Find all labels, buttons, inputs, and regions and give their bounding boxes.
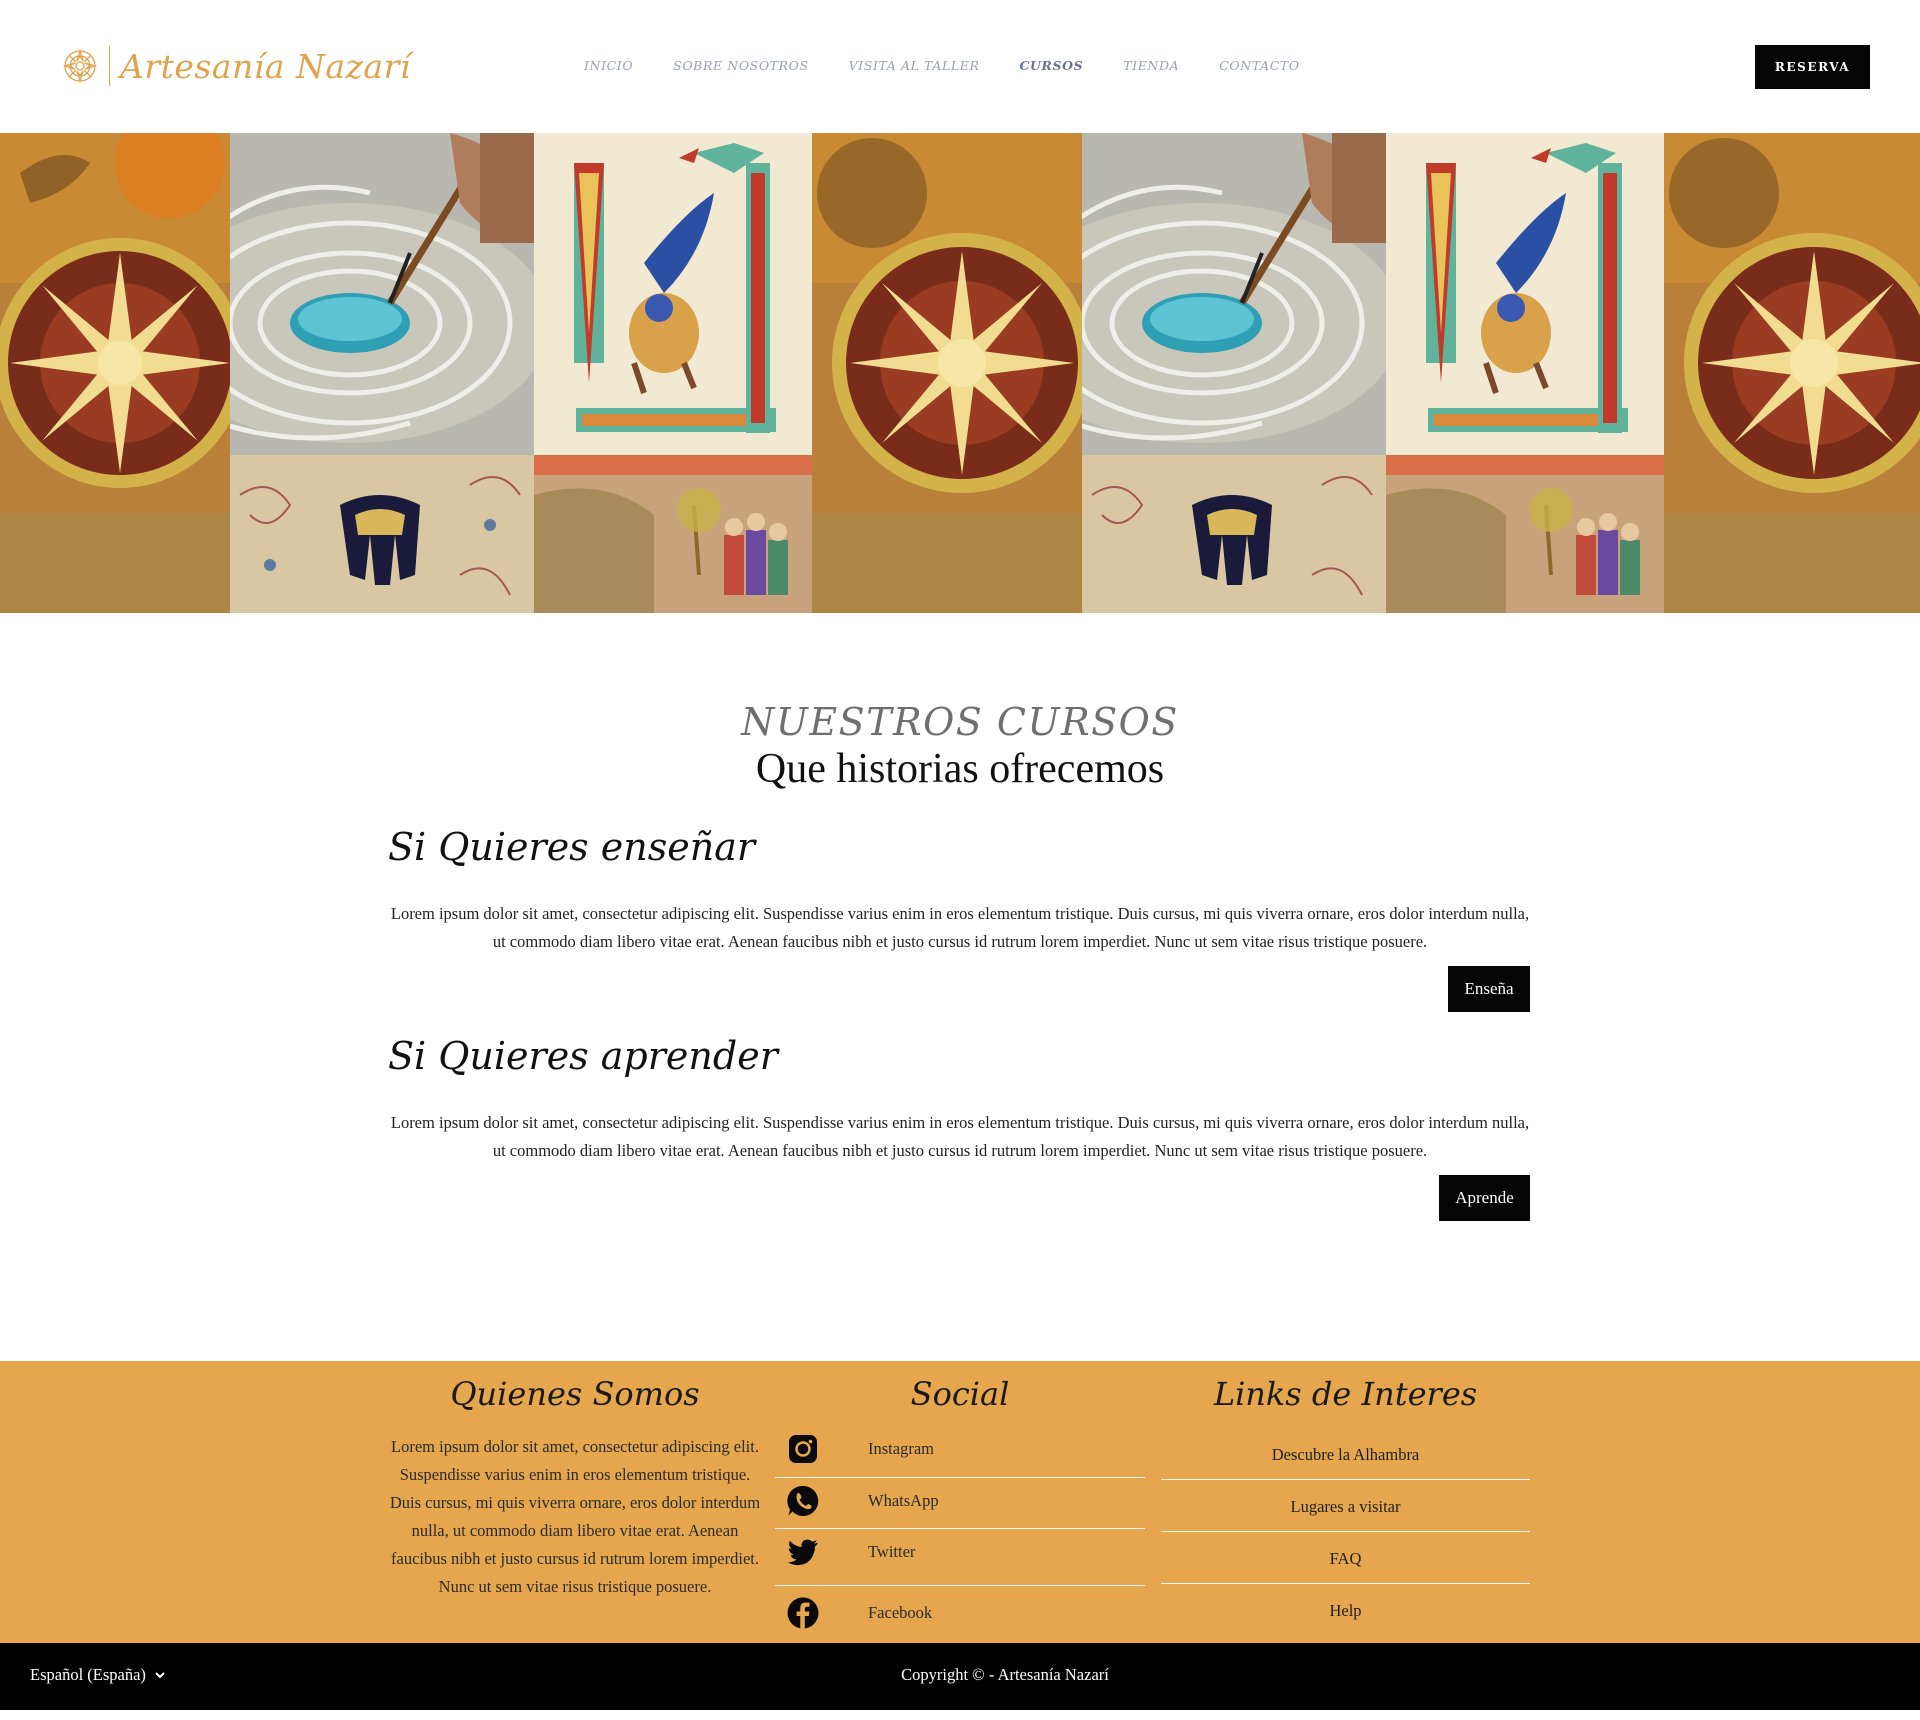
nav-cursos[interactable]: CURSOS: [1019, 58, 1083, 73]
links-divider: [1161, 1479, 1530, 1480]
hero-mosaic: [0, 133, 1920, 613]
hero-image-painted-figures: [534, 455, 812, 613]
logo-text: Artesanía Nazarí: [120, 46, 411, 86]
nav-sobre-nosotros[interactable]: SOBRE NOSOTROS: [673, 58, 808, 73]
logo-divider: [109, 46, 110, 86]
twitter-icon: [787, 1539, 818, 1566]
section-kicker: NUESTROS CURSOS: [741, 700, 1179, 744]
course-heading-learn: Si Quieres aprender: [388, 1034, 778, 1078]
social-link-whatsapp[interactable]: WhatsApp: [775, 1484, 1145, 1518]
hero-image-brush-painting-2: [1082, 133, 1386, 455]
link-faq[interactable]: FAQ: [1161, 1549, 1530, 1569]
nav-inicio[interactable]: INICIO: [584, 58, 633, 73]
site-header: Artesanía Nazarí INICIO SOBRE NOSOTROS V…: [0, 0, 1920, 133]
learn-button[interactable]: Aprende: [1439, 1175, 1530, 1221]
about-title: Quienes Somos: [450, 1375, 700, 1413]
link-descubre-la-alhambra[interactable]: Descubre la Alhambra: [1161, 1445, 1530, 1465]
social-link-instagram[interactable]: Instagram: [775, 1432, 1145, 1466]
about-text: Lorem ipsum dolor sit amet, consectetur …: [389, 1437, 761, 1596]
hero-image-illuminated-letter: [534, 133, 812, 455]
social-link-twitter[interactable]: Twitter: [775, 1535, 1145, 1569]
section-title: Que historias ofrecemos: [755, 746, 1165, 792]
social-label-instagram: Instagram: [868, 1439, 934, 1458]
social-title: Social: [910, 1375, 1010, 1413]
social-label-twitter: Twitter: [868, 1542, 916, 1561]
nav-contacto[interactable]: CONTACTO: [1219, 58, 1299, 73]
link-help[interactable]: Help: [1161, 1601, 1530, 1621]
logo[interactable]: Artesanía Nazarí: [63, 44, 411, 88]
course-text-learn: Lorem ipsum dolor sit amet, consectetur …: [390, 1113, 1530, 1160]
hero-image-sun-medallion-2: [812, 133, 1082, 613]
facebook-icon: [787, 1597, 819, 1629]
hero-image-painted-figures-2: [1386, 455, 1664, 613]
reserve-button[interactable]: RESERVA: [1755, 45, 1870, 89]
social-link-facebook[interactable]: Facebook: [775, 1596, 1145, 1630]
main-nav: INICIO SOBRE NOSOTROS VISITA AL TALLER C…: [584, 58, 1340, 73]
nav-visita-al-taller[interactable]: VISITA AL TALLER: [849, 58, 980, 73]
hero-image-sun-medallion-3: [1664, 133, 1920, 613]
course-heading-teach: Si Quieres enseñar: [388, 825, 756, 869]
bottom-bar: Español (España) Copyright © - Artesanía…: [0, 1643, 1920, 1710]
copyright-text: Copyright © - Artesanía Nazarí: [901, 1665, 1109, 1684]
instagram-icon: [789, 1435, 817, 1463]
social-label-whatsapp: WhatsApp: [868, 1491, 939, 1510]
social-divider: [775, 1585, 1145, 1586]
nav-tienda[interactable]: TIENDA: [1123, 58, 1179, 73]
link-lugares-a-visitar[interactable]: Lugares a visitar: [1161, 1497, 1530, 1517]
hero-image-illuminated-letter-2: [1386, 133, 1664, 455]
links-divider: [1161, 1531, 1530, 1532]
social-divider: [775, 1477, 1145, 1478]
social-divider: [775, 1528, 1145, 1529]
course-text-teach: Lorem ipsum dolor sit amet, consectetur …: [390, 904, 1530, 951]
hero-image-brush-painting: [230, 133, 534, 455]
links-title: Links de Interes: [1213, 1375, 1478, 1413]
links-divider: [1161, 1583, 1530, 1584]
teach-button[interactable]: Enseña: [1448, 966, 1530, 1012]
hero-image-hamsa-2: [1082, 455, 1386, 613]
hero-image-sun-medallion: [0, 133, 230, 613]
rosette-logo-icon: [63, 49, 97, 83]
whatsapp-icon: [787, 1485, 819, 1516]
hero-image-hamsa: [230, 455, 534, 613]
social-label-facebook: Facebook: [868, 1603, 933, 1622]
